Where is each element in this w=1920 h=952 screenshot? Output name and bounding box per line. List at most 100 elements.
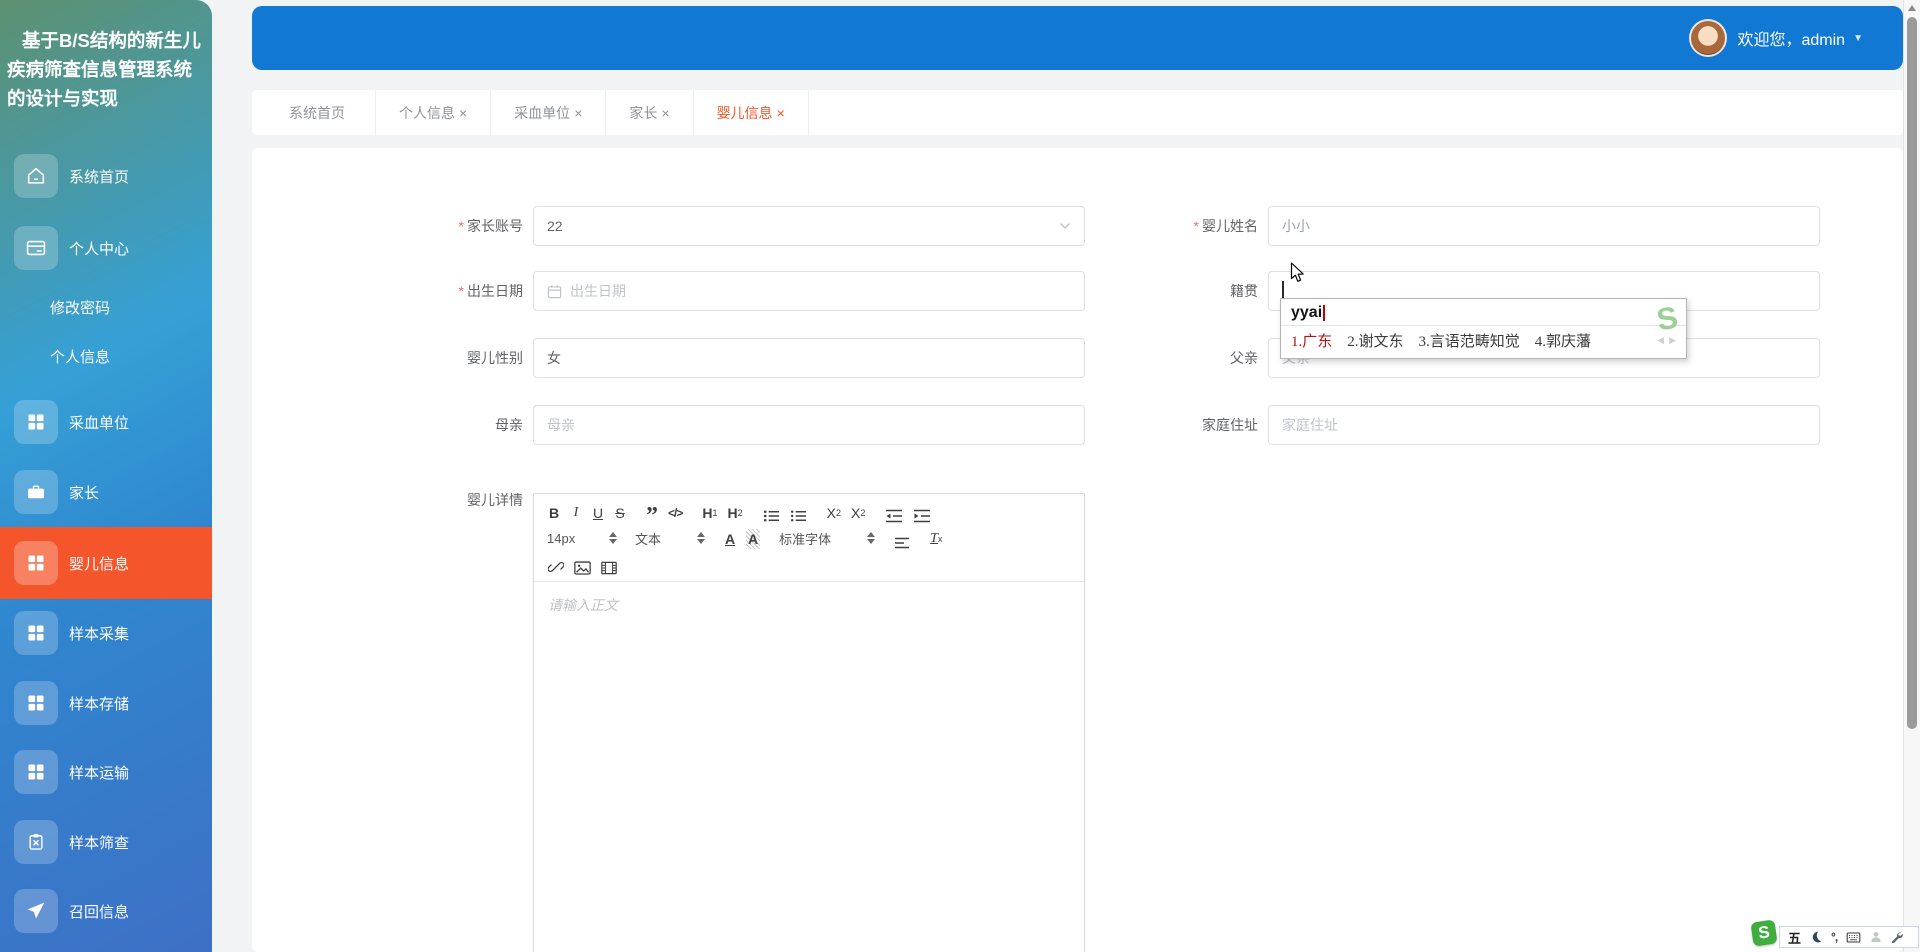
- sidebar-item-label: 婴儿信息: [69, 555, 130, 573]
- sidebar-item-label: 采血单位: [69, 414, 130, 432]
- font-color-button[interactable]: A: [719, 527, 741, 549]
- grid-icon: [14, 750, 58, 794]
- sidebar-item-sample-screening[interactable]: 样本筛查: [0, 806, 212, 878]
- tab-system-home[interactable]: 系统首页: [252, 90, 376, 135]
- sidebar-item-sample-collection[interactable]: 样本采集: [0, 597, 212, 669]
- close-icon[interactable]: ×: [661, 105, 669, 121]
- birth-date-label: * 出生日期: [458, 283, 523, 299]
- sidebar-item-label: 家长: [69, 484, 100, 502]
- app-title: 基于B/S结构的新生儿疾病筛查信息管理系统的设计与实现: [7, 30, 201, 110]
- ime-candidate[interactable]: 3.言语范畴知觉: [1419, 330, 1520, 351]
- font-family-select[interactable]: 标准字体: [775, 527, 879, 549]
- home-address-label: 家庭住址: [1202, 417, 1258, 433]
- sidebar-item-personal-center[interactable]: 个人中心: [0, 212, 212, 284]
- mouse-cursor: [1290, 262, 1306, 289]
- bold-button[interactable]: B: [543, 501, 565, 523]
- updown-caret-icon: [697, 532, 705, 544]
- ime-candidate[interactable]: 2.谢文东: [1347, 330, 1403, 351]
- ime-caret: [1323, 305, 1326, 321]
- baby-name-input[interactable]: 小小: [1268, 206, 1820, 246]
- editor-body[interactable]: 请输入正文: [534, 582, 1084, 628]
- heading2-button[interactable]: H2: [723, 501, 748, 523]
- scrollbar-thumb[interactable]: [1907, 17, 1917, 729]
- unordered-list-icon[interactable]: [785, 501, 812, 523]
- scroll-up-icon[interactable]: [1908, 5, 1916, 11]
- paragraph-select[interactable]: 文本: [631, 527, 709, 549]
- superscript-button[interactable]: X2: [846, 501, 870, 523]
- subscript-button[interactable]: X2: [822, 501, 846, 523]
- ime-candidate[interactable]: 4.郭庆藩: [1535, 330, 1591, 351]
- sidebar-item-label: 样本存储: [69, 695, 130, 713]
- sidebar-item-label: 召回信息: [69, 903, 130, 921]
- sidebar-item-recall-info[interactable]: 召回信息: [0, 875, 212, 947]
- baby-gender-input[interactable]: 女: [533, 338, 1085, 378]
- tab-baby-info[interactable]: 婴儿信息 ×: [694, 90, 809, 135]
- close-icon[interactable]: ×: [459, 105, 467, 121]
- calendar-icon: [547, 284, 562, 299]
- sidebar-item-personal-info[interactable]: 个人信息: [0, 336, 212, 376]
- keyboard-icon[interactable]: [1846, 931, 1861, 943]
- moon-icon[interactable]: [1810, 931, 1822, 943]
- tab-parents[interactable]: 家长 ×: [606, 90, 694, 135]
- grid-icon: [14, 611, 58, 655]
- sidebar-item-sample-transport[interactable]: 样本运输: [0, 736, 212, 808]
- heading1-button[interactable]: H1: [697, 501, 722, 523]
- line-height-icon[interactable]: [889, 527, 915, 549]
- sidebar-item-sample-storage[interactable]: 样本存储: [0, 667, 212, 739]
- underline-button[interactable]: U: [587, 501, 609, 523]
- sidebar: 基于B/S结构的新生儿疾病筛查信息管理系统的设计与实现 系统首页 个人中心 修改…: [0, 0, 212, 952]
- sogou-logo-icon[interactable]: S: [1750, 919, 1778, 947]
- indent-icon[interactable]: [908, 501, 936, 523]
- ime-typed-text: yyai: [1281, 299, 1686, 326]
- ime-candidate-popup: yyai 1.广东 2.谢文东 3.言语范畴知觉 4.郭庆藩 ◀ ▶ S: [1280, 298, 1687, 359]
- top-header: 欢迎您，admin ▼: [252, 6, 1903, 70]
- father-label: 父亲: [1230, 350, 1258, 366]
- sidebar-item-label: 样本采集: [69, 625, 130, 643]
- sidebar-item-baby-info[interactable]: 婴儿信息: [0, 527, 212, 599]
- tab-bar: 系统首页 个人信息 × 采血单位 × 家长 × 婴儿信息 ×: [252, 90, 1903, 135]
- close-icon[interactable]: ×: [777, 105, 785, 121]
- ime-candidate[interactable]: 1.广东: [1291, 330, 1332, 351]
- clear-format-button[interactable]: Tx: [925, 527, 947, 549]
- outdent-icon[interactable]: [880, 501, 908, 523]
- sidebar-item-blood-unit[interactable]: 采血单位: [0, 386, 212, 458]
- image-icon[interactable]: [569, 553, 596, 575]
- ime-mode-label[interactable]: 五: [1788, 928, 1801, 947]
- highlight-color-button[interactable]: A: [741, 527, 765, 549]
- italic-button[interactable]: I: [565, 501, 587, 523]
- strikethrough-button[interactable]: S: [609, 501, 631, 523]
- sidebar-item-label: 修改密码: [50, 299, 111, 317]
- chevron-down-icon[interactable]: ▼: [1853, 33, 1863, 44]
- ime-candidate-list: 1.广东 2.谢文东 3.言语范畴知觉 4.郭庆藩 ◀ ▶: [1281, 326, 1686, 358]
- baby-info-form-card: * 家长账号 22 * 婴儿姓名 小小 * 出生日期 出生日期 籍贯 婴儿性别 女 父…: [252, 148, 1903, 952]
- user-icon[interactable]: [1870, 931, 1882, 943]
- tab-blood-unit[interactable]: 采血单位 ×: [491, 90, 607, 135]
- close-icon[interactable]: ×: [574, 105, 582, 121]
- blockquote-button[interactable]: ”: [641, 501, 663, 528]
- welcome-text[interactable]: 欢迎您，admin: [1738, 26, 1846, 50]
- link-icon[interactable]: [543, 553, 569, 575]
- parent-account-label: * 家长账号: [458, 218, 523, 234]
- home-address-input[interactable]: 家庭住址: [1268, 405, 1820, 445]
- id-card-icon: [14, 226, 58, 270]
- tab-personal-info[interactable]: 个人信息 ×: [376, 90, 492, 135]
- sidebar-item-system-home[interactable]: 系统首页: [0, 140, 212, 212]
- font-size-select[interactable]: 14px: [543, 527, 621, 549]
- mother-label: 母亲: [495, 417, 523, 433]
- wrench-icon[interactable]: [1891, 931, 1903, 943]
- sidebar-item-label: 个人信息: [50, 348, 111, 366]
- ordered-list-icon[interactable]: [758, 501, 785, 523]
- editor-toolbar: B I U S ” </> H1 H2 X2 X2 14px 文本 A A 标准…: [534, 494, 1084, 582]
- sidebar-item-change-password[interactable]: 修改密码: [0, 287, 212, 327]
- birth-date-input[interactable]: 出生日期: [533, 271, 1085, 311]
- ime-punctuation-label[interactable]: °,: [1831, 930, 1838, 944]
- sidebar-item-parents[interactable]: 家长: [0, 456, 212, 528]
- video-icon[interactable]: [596, 553, 622, 575]
- parent-account-select[interactable]: 22: [533, 206, 1085, 246]
- mother-input[interactable]: 母亲: [533, 405, 1085, 445]
- native-place-label: 籍贯: [1230, 283, 1258, 299]
- page-scrollbar[interactable]: [1903, 0, 1920, 952]
- updown-caret-icon: [609, 532, 617, 544]
- code-button[interactable]: </>: [663, 501, 687, 523]
- avatar[interactable]: [1688, 19, 1727, 57]
